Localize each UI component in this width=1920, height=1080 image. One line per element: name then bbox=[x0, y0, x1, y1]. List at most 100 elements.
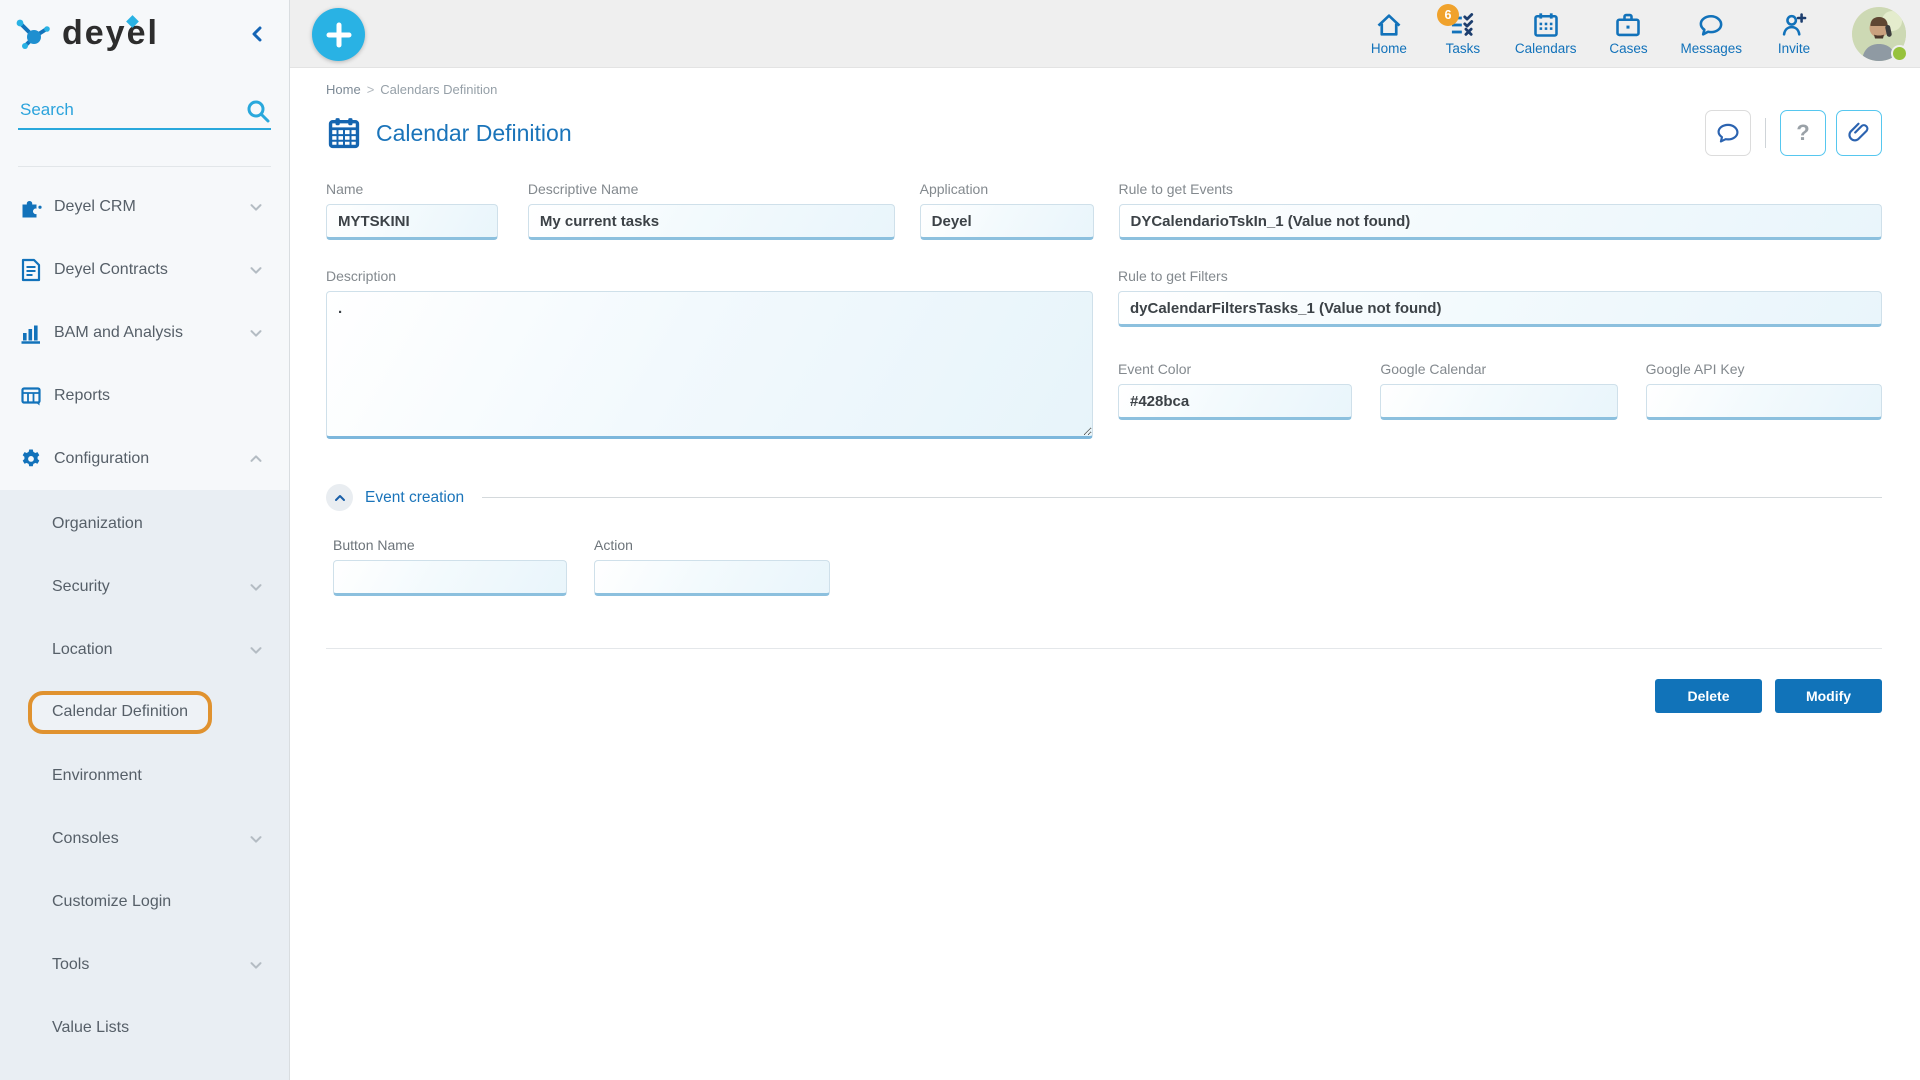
nav-label: Invite bbox=[1777, 41, 1811, 56]
chevron-down-icon bbox=[250, 203, 262, 211]
plus-icon bbox=[326, 22, 351, 47]
sidebar-item-label: Consoles bbox=[52, 829, 119, 847]
google-calendar-field[interactable] bbox=[1380, 384, 1618, 420]
top-navigation: Home 6 Tasks Calendars Cases Messages In… bbox=[1367, 4, 1908, 62]
document-icon bbox=[18, 258, 44, 282]
application-field[interactable] bbox=[919, 204, 1094, 240]
section-collapse-button[interactable] bbox=[326, 484, 353, 511]
action-field[interactable] bbox=[594, 560, 830, 596]
comments-button[interactable] bbox=[1705, 110, 1751, 156]
actions-divider bbox=[1765, 118, 1766, 148]
button-name-field[interactable] bbox=[333, 560, 567, 596]
sidebar-search bbox=[18, 96, 271, 167]
user-avatar[interactable] bbox=[1852, 6, 1908, 62]
search-input[interactable] bbox=[18, 96, 271, 130]
sidebar-logo-row: deyel bbox=[0, 0, 289, 70]
event-color-label: Event Color bbox=[1118, 361, 1192, 377]
sidebar-item-label: Reports bbox=[54, 386, 111, 404]
breadcrumb-home-link[interactable]: Home bbox=[326, 82, 361, 97]
gear-icon bbox=[18, 447, 44, 471]
modify-button[interactable]: Modify bbox=[1775, 679, 1882, 713]
chevron-down-icon bbox=[250, 646, 262, 654]
descriptive-name-field[interactable] bbox=[527, 204, 895, 240]
delete-button[interactable]: Delete bbox=[1655, 679, 1762, 713]
sidebar-item-tools[interactable]: Tools bbox=[0, 933, 289, 996]
sidebar-item-label: Customize Login bbox=[52, 892, 172, 910]
tasks-badge: 6 bbox=[1436, 4, 1459, 26]
sidebar-item-label: Location bbox=[52, 640, 113, 658]
search-icon[interactable] bbox=[245, 98, 271, 124]
nav-invite[interactable]: Invite bbox=[1772, 11, 1816, 56]
sidebar-item-security[interactable]: Security bbox=[0, 555, 289, 618]
descriptive-name-label: Descriptive Name bbox=[527, 181, 639, 197]
google-api-key-field[interactable] bbox=[1645, 384, 1882, 420]
nav-home[interactable]: Home bbox=[1367, 11, 1411, 56]
attachments-button[interactable] bbox=[1836, 110, 1882, 156]
nav-label: Calendars bbox=[1514, 41, 1577, 56]
footer-divider bbox=[326, 648, 1882, 649]
sidebar-item-label: Organization bbox=[52, 514, 143, 532]
rule-filters-label: Rule to get Filters bbox=[1118, 268, 1228, 284]
chevron-left-icon bbox=[252, 26, 262, 41]
nav-label: Tasks bbox=[1445, 41, 1481, 56]
sidebar-item-organization[interactable]: Organization bbox=[0, 492, 289, 555]
page-title-row: Calendar Definition ? bbox=[326, 110, 1882, 156]
main-area: Home 6 Tasks Calendars Cases Messages In… bbox=[290, 0, 1920, 1080]
sidebar-item-environment[interactable]: Environment bbox=[0, 744, 289, 807]
name-field[interactable] bbox=[326, 204, 498, 240]
briefcase-icon bbox=[1616, 13, 1641, 37]
application-label: Application bbox=[919, 181, 989, 197]
report-icon bbox=[18, 384, 44, 408]
rule-to-get-events-field[interactable] bbox=[1118, 204, 1882, 240]
chevron-up-icon bbox=[250, 454, 262, 462]
section-rule bbox=[482, 497, 1882, 498]
calendar-icon bbox=[1533, 13, 1558, 37]
sidebar-item-label: Security bbox=[52, 577, 110, 595]
bar-chart-icon bbox=[18, 321, 44, 345]
sidebar-item-label: Configuration bbox=[54, 449, 150, 467]
app-window: deyel Search Deyel CRM Deyel Contracts B… bbox=[0, 0, 1920, 1080]
nav-cases[interactable]: Cases bbox=[1606, 11, 1650, 56]
sidebar-item-consoles[interactable]: Consoles bbox=[0, 807, 289, 870]
sidebar-item-calendar-definition[interactable]: Calendar Definition bbox=[0, 681, 289, 744]
chevron-down-icon bbox=[250, 835, 262, 843]
event-creation-fields: Button Name Action bbox=[326, 537, 1882, 596]
message-bubble-icon bbox=[1699, 14, 1723, 36]
chevron-down-icon bbox=[250, 583, 262, 591]
event-color-field[interactable] bbox=[1118, 384, 1353, 420]
button-name-label: Button Name bbox=[333, 537, 415, 553]
paperclip-icon bbox=[1848, 122, 1869, 142]
calendar-definition-form: Name Descriptive Name Application Rule t… bbox=[326, 181, 1882, 713]
nav-messages[interactable]: Messages bbox=[1680, 11, 1742, 56]
page-actions: ? bbox=[1705, 110, 1882, 156]
nav-calendars[interactable]: Calendars bbox=[1514, 11, 1577, 56]
help-button[interactable]: ? bbox=[1780, 110, 1826, 156]
sidebar-item-bam-analysis[interactable]: BAM and Analysis bbox=[0, 301, 289, 364]
selected-item-highlight: Calendar Definition bbox=[28, 691, 213, 734]
sidebar-item-deyel-contracts[interactable]: Deyel Contracts bbox=[0, 238, 289, 301]
sidebar-item-customize-login[interactable]: Customize Login bbox=[0, 870, 289, 933]
rule-to-get-filters-field[interactable] bbox=[1118, 291, 1882, 327]
sidebar-item-reports[interactable]: Reports bbox=[0, 364, 289, 427]
sidebar-item-label: Calendar Definition bbox=[52, 703, 189, 720]
google-calendar-label: Google Calendar bbox=[1380, 361, 1487, 377]
sidebar-item-label: Deyel CRM bbox=[54, 197, 136, 215]
name-label: Name bbox=[326, 181, 364, 197]
description-field[interactable]: . bbox=[326, 291, 1093, 439]
create-new-button[interactable] bbox=[312, 8, 365, 61]
sidebar-item-deyel-crm[interactable]: Deyel CRM bbox=[0, 175, 289, 238]
sidebar-item-value-lists[interactable]: Value Lists bbox=[0, 996, 289, 1059]
nav-tasks[interactable]: 6 Tasks bbox=[1436, 4, 1485, 56]
chevron-down-icon bbox=[250, 266, 262, 274]
rule-events-label: Rule to get Events bbox=[1118, 181, 1233, 197]
sidebar-item-label: Environment bbox=[52, 766, 142, 784]
sidebar-item-location[interactable]: Location bbox=[0, 618, 289, 681]
brand-logo[interactable]: deyel bbox=[14, 15, 245, 55]
sidebar-collapse-button[interactable] bbox=[245, 21, 269, 50]
sidebar-item-label: Deyel Contracts bbox=[54, 260, 168, 278]
chevron-up-icon bbox=[334, 494, 345, 501]
breadcrumb: Home > Calendars Definition bbox=[326, 82, 1882, 97]
sidebar-item-configuration[interactable]: Configuration bbox=[0, 427, 289, 490]
logo-splat-icon bbox=[16, 19, 50, 49]
page-title: Calendar Definition bbox=[376, 119, 572, 146]
